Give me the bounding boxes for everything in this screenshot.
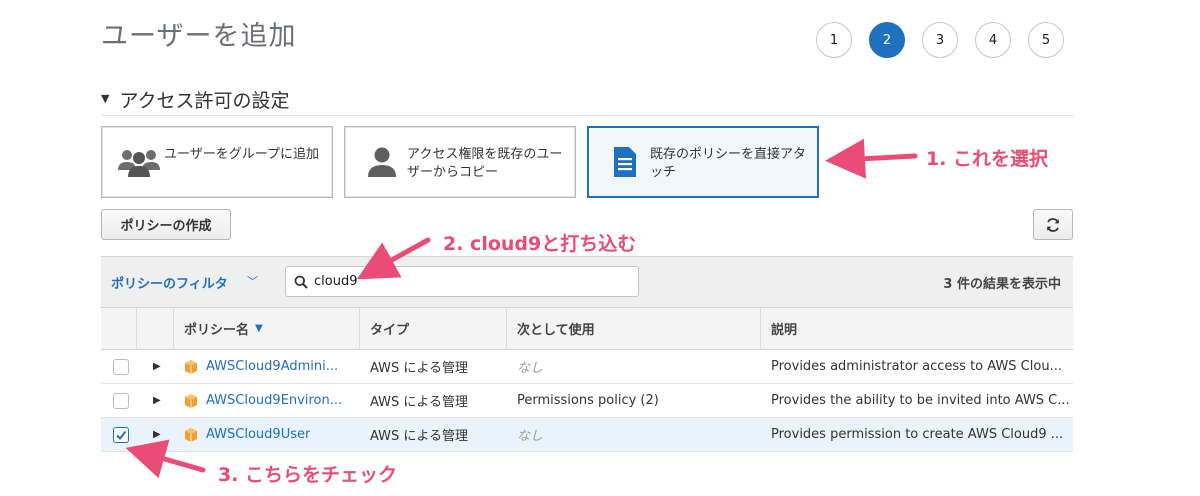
expand-arrow-icon[interactable]: ▶ — [153, 429, 161, 440]
section-title: アクセス許可の設定 — [119, 90, 290, 112]
search-icon — [294, 275, 308, 289]
step-3[interactable]: 3 — [922, 22, 958, 58]
policy-name-link[interactable]: AWSCloud9Environ... — [206, 393, 342, 408]
step-1[interactable]: 1 — [816, 22, 852, 58]
header-type[interactable]: タイプ — [360, 308, 507, 349]
expand-arrow-icon[interactable]: ▶ — [153, 395, 161, 406]
annotation-arrow-3 — [125, 439, 206, 479]
document-icon — [602, 139, 648, 185]
table-row[interactable]: ▶ AWSCloud9Admini... AWS による管理 なし Provid… — [101, 350, 1073, 384]
managed-policy-icon — [185, 427, 197, 442]
row-checkbox-checked[interactable] — [113, 426, 129, 443]
annotation-arrow-1 — [825, 138, 918, 179]
policy-description: Provides the ability to be invited into … — [771, 393, 1070, 408]
create-policy-button[interactable]: ポリシーの作成 — [101, 209, 231, 240]
managed-policy-icon — [185, 359, 197, 374]
policy-type: AWS による管理 — [370, 395, 469, 410]
header-policy-name[interactable]: ポリシー名 ▼ — [174, 308, 360, 349]
sort-down-icon: ▼ — [255, 323, 263, 334]
header-label: ポリシー名 — [184, 323, 250, 338]
managed-policy-icon — [185, 393, 197, 408]
table-row[interactable]: ▶ AWSCloud9Environ... AWS による管理 Permissi… — [101, 384, 1073, 418]
wizard-steps: 1 2 3 4 5 — [816, 22, 1081, 58]
annotation-step3: 3. こちらをチェック — [218, 464, 398, 486]
search-input[interactable]: cloud9 — [285, 266, 639, 297]
policy-used-as: Permissions policy (2) — [517, 393, 659, 408]
policy-filter-dropdown[interactable]: ポリシーのフィルタ — [111, 273, 228, 292]
step-4[interactable]: 4 — [975, 22, 1011, 58]
checkmark-icon — [116, 430, 127, 440]
option-add-to-group[interactable]: ユーザーをグループに追加 — [101, 126, 333, 198]
search-value: cloud9 — [314, 274, 358, 289]
annotation-step1: 1. これを選択 — [926, 148, 1049, 170]
table-row[interactable]: ▶ AWSCloud9User AWS による管理 なし Provides pe… — [101, 418, 1073, 452]
policy-name-link[interactable]: AWSCloud9User — [206, 427, 310, 442]
policy-description: Provides administrator access to AWS Clo… — [771, 359, 1062, 374]
caret-down-icon: ▼ — [101, 92, 110, 105]
chevron-down-icon[interactable]: ﹀ — [247, 273, 258, 289]
filter-bar: ポリシーのフィルタ ﹀ cloud9 3 件の結果を表示中 — [101, 256, 1073, 307]
step-5[interactable]: 5 — [1028, 22, 1064, 58]
row-checkbox[interactable] — [113, 358, 129, 375]
header-description[interactable]: 説明 — [761, 308, 1073, 349]
option-label: ユーザーをグループに追加 — [164, 147, 319, 162]
page-title: ユーザーを追加 — [101, 21, 297, 52]
row-checkbox[interactable] — [113, 392, 129, 409]
annotation-step2: 2. cloud9と打ち込む — [443, 233, 637, 255]
header-select — [101, 308, 137, 349]
refresh-button[interactable] — [1033, 209, 1073, 240]
policy-name-link[interactable]: AWSCloud9Admini... — [206, 359, 338, 374]
policy-table: ポリシー名 ▼ タイプ 次として使用 説明 ▶ AWSCloud9Admini.… — [101, 307, 1073, 452]
policy-type: AWS による管理 — [370, 429, 469, 444]
policy-used-as: なし — [517, 361, 544, 376]
refresh-icon — [1047, 217, 1059, 232]
header-expand — [137, 308, 174, 349]
option-copy-permissions[interactable]: アクセス権限を既存のユーザーからコピー — [344, 126, 576, 198]
table-header: ポリシー名 ▼ タイプ 次として使用 説明 — [101, 307, 1073, 350]
policy-description: Provides permission to create AWS Cloud9… — [771, 427, 1064, 442]
step-2[interactable]: 2 — [869, 22, 905, 58]
group-icon — [116, 139, 162, 185]
result-count: 3 件の結果を表示中 — [943, 277, 1061, 292]
option-attach-policies[interactable]: 既存のポリシーを直接アタッチ — [587, 126, 819, 198]
user-icon — [359, 139, 405, 185]
option-label: アクセス権限を既存のユーザーからコピー — [407, 147, 563, 180]
option-label: 既存のポリシーを直接アタッチ — [650, 147, 807, 180]
header-used-as[interactable]: 次として使用 — [507, 308, 761, 349]
permissions-section-header[interactable]: ▼ アクセス許可の設定 — [101, 86, 1073, 116]
policy-type: AWS による管理 — [370, 361, 469, 376]
policy-used-as: なし — [517, 429, 544, 444]
expand-arrow-icon[interactable]: ▶ — [153, 361, 161, 372]
